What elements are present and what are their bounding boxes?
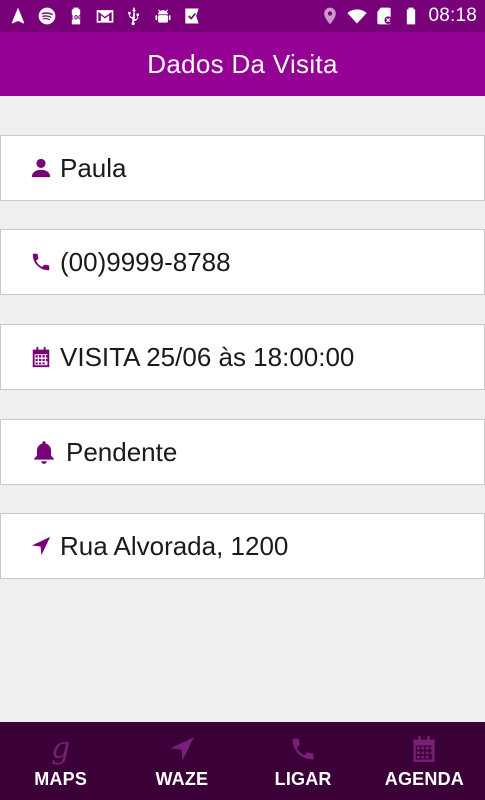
page-title: Dados Da Visita — [147, 48, 338, 79]
client-address: Rua Alvorada, 1200 — [60, 530, 289, 561]
bottom-nav: g MAPS WAZE LIGAR AGENDA — [0, 722, 485, 800]
waze-label: WAZE — [155, 768, 209, 789]
ligar-label: LIGAR — [274, 768, 332, 789]
location-arrow-icon — [29, 534, 53, 558]
status-bar: 100 08:18 — [0, 0, 485, 32]
wifi-icon — [347, 6, 368, 26]
status-icons-left: 100 — [8, 6, 202, 26]
spotify-icon — [37, 6, 57, 26]
google-g-icon: g — [51, 730, 71, 766]
phone-icon — [289, 733, 317, 765]
check-badge-icon — [182, 6, 202, 26]
waze-button[interactable]: WAZE — [121, 722, 242, 800]
battery-100-icon: 100 — [66, 6, 86, 26]
ligar-button[interactable]: LIGAR — [243, 722, 364, 800]
phone-card[interactable]: (00)9999-8788 — [0, 229, 485, 295]
sd-card-icon — [374, 6, 394, 26]
navigation-icon — [8, 6, 28, 26]
location-arrow-icon — [168, 733, 196, 765]
status-time: 08:18 — [428, 5, 477, 26]
agenda-button[interactable]: AGENDA — [364, 722, 485, 800]
agenda-label: AGENDA — [384, 768, 464, 789]
visit-datetime: VISITA 25/06 às 18:00:00 — [60, 341, 355, 372]
address-card[interactable]: Rua Alvorada, 1200 — [0, 513, 485, 579]
visit-status: Pendente — [66, 436, 178, 467]
client-phone: (00)9999-8788 — [60, 246, 231, 277]
phone-icon — [29, 250, 53, 274]
user-icon — [29, 156, 53, 180]
name-card: Paula — [0, 135, 485, 201]
client-name: Paula — [60, 152, 127, 183]
status-card: Pendente — [0, 419, 485, 485]
maps-button[interactable]: g MAPS — [0, 722, 121, 800]
visit-card: VISITA 25/06 às 18:00:00 — [0, 324, 485, 390]
android-debug-icon — [153, 6, 173, 26]
gmail-icon — [95, 6, 115, 26]
app-bar: Dados Da Visita — [0, 32, 485, 96]
location-icon — [320, 6, 340, 26]
svg-text:100: 100 — [70, 15, 82, 21]
bell-icon — [29, 440, 59, 464]
status-icons-right: 08:18 — [320, 5, 477, 27]
usb-icon — [124, 6, 144, 26]
maps-label: MAPS — [34, 768, 88, 789]
calendar-icon — [410, 733, 438, 765]
battery-icon — [401, 6, 421, 26]
calendar-icon — [29, 345, 53, 369]
